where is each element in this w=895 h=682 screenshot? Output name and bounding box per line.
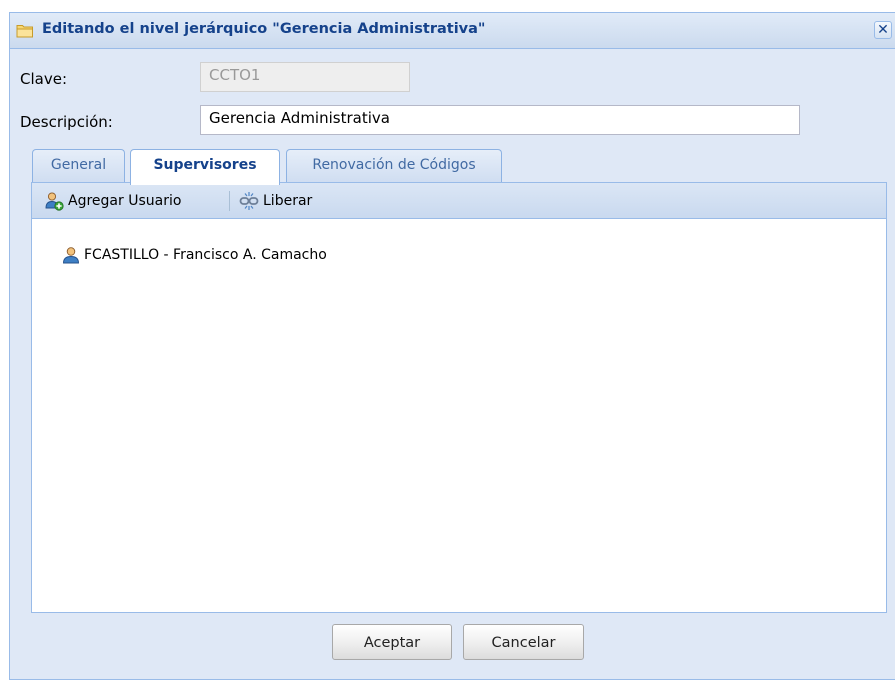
edit-hierarchy-dialog: Editando el nivel jerárquico "Gerencia A… bbox=[9, 12, 895, 680]
tab-general[interactable]: General bbox=[32, 149, 125, 183]
add-user-button[interactable]: Agregar Usuario bbox=[44, 189, 181, 213]
close-button[interactable]: ✕ bbox=[874, 21, 892, 39]
dialog-title: Editando el nivel jerárquico "Gerencia A… bbox=[42, 21, 486, 37]
user-icon bbox=[63, 247, 79, 264]
toolbar-separator bbox=[229, 191, 230, 211]
add-user-icon bbox=[45, 192, 64, 211]
add-user-label: Agregar Usuario bbox=[68, 193, 182, 209]
supervisor-name: FCASTILLO - Francisco A. Camacho bbox=[84, 247, 327, 263]
clave-field[interactable]: CCTO1 bbox=[200, 62, 410, 92]
accept-button[interactable]: Aceptar bbox=[332, 624, 452, 660]
release-button[interactable]: Liberar bbox=[239, 189, 312, 213]
dialog-titlebar[interactable]: Editando el nivel jerárquico "Gerencia A… bbox=[10, 13, 895, 49]
list-item[interactable]: FCASTILLO - Francisco A. Camacho bbox=[62, 245, 327, 265]
close-icon: ✕ bbox=[877, 22, 889, 38]
release-link-icon bbox=[239, 192, 259, 210]
clave-label: Clave: bbox=[20, 70, 67, 88]
tab-supervisores[interactable]: Supervisores bbox=[130, 149, 280, 185]
descripcion-label: Descripción: bbox=[20, 113, 113, 131]
release-label: Liberar bbox=[263, 193, 313, 209]
supervisors-toolbar: Agregar Usuario Liberar bbox=[32, 183, 886, 219]
tab-renovacion-codigos[interactable]: Renovación de Códigos bbox=[286, 149, 502, 183]
cancel-button[interactable]: Cancelar bbox=[463, 624, 584, 660]
supervisors-panel: Agregar Usuario Liberar FCASTILLO - Fran… bbox=[31, 182, 887, 613]
folder-icon bbox=[16, 25, 33, 38]
descripcion-field[interactable]: Gerencia Administrativa bbox=[200, 105, 800, 135]
